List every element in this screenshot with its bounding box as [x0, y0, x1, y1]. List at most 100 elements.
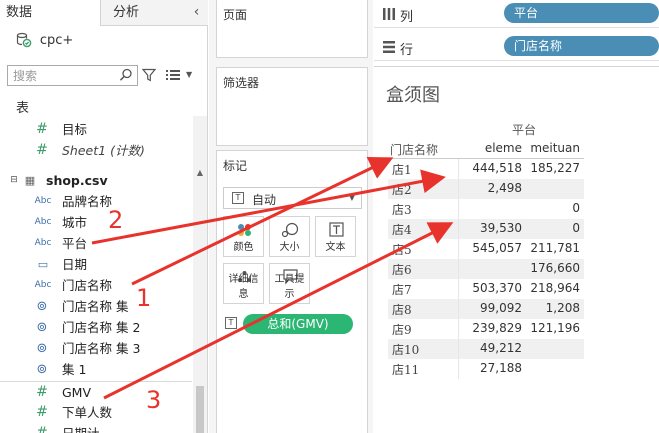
field-label: 门店名称 集 2: [62, 320, 141, 335]
table-row[interactable]: 店1 444,518 185,227: [388, 159, 584, 179]
field-item[interactable]: Abc 平台: [0, 233, 192, 254]
field-item[interactable]: ⊚ 门店名称 集 2: [0, 317, 192, 338]
measure-icon: #: [36, 404, 48, 420]
field-item[interactable]: Abc 品牌名称: [0, 191, 192, 212]
value-cell: 444,518: [472, 161, 522, 175]
string-type-icon: Abc: [34, 217, 52, 227]
collapse-pane-button[interactable]: ‹: [185, 0, 208, 26]
row-header-cell: 店4: [392, 223, 412, 237]
filter-icon[interactable]: [142, 68, 156, 82]
string-type-icon: Abc: [34, 280, 52, 290]
value-cell: 27,188: [480, 361, 522, 375]
field-item[interactable]: # 下单人数: [0, 402, 192, 423]
value-cell: 0: [572, 221, 580, 235]
tooltip-button[interactable]: 工具提示: [269, 263, 310, 304]
row-header-divider: [458, 159, 459, 379]
field-label: 日期计: [62, 423, 100, 433]
text-mark-icon: T: [232, 192, 244, 204]
annotation-label-3: 3: [146, 386, 162, 414]
list-view-icon[interactable]: [166, 69, 180, 81]
row-header-cell: 店9: [392, 323, 412, 337]
value-cell: 185,227: [530, 161, 580, 175]
pages-card[interactable]: 页面: [216, 0, 368, 58]
dimension-pill-platform[interactable]: 平台: [504, 3, 659, 23]
table-label: shop.csv: [46, 173, 108, 188]
label-button[interactable]: 文本: [315, 216, 356, 257]
field-label: 门店名称 集: [62, 299, 129, 314]
row-header-cell: 店2: [392, 183, 412, 197]
table-row[interactable]: 店10 49,212: [388, 339, 584, 359]
set-icon: ⊚: [36, 320, 48, 335]
table-row[interactable]: 店3 0: [388, 199, 584, 219]
field-label: GMV: [62, 385, 92, 400]
detail-button[interactable]: 详细信息: [223, 263, 264, 304]
column-header[interactable]: meituan: [528, 141, 580, 155]
value-cell: 176,660: [530, 261, 580, 275]
table-row[interactable]: 店2 2,498: [388, 179, 584, 199]
color-button[interactable]: 颜色: [223, 216, 264, 257]
columns-shelf[interactable]: 列 平台: [374, 0, 659, 28]
pane-tabs: 数据 分析 ‹: [0, 0, 208, 26]
row-header-cell: 店6: [392, 263, 412, 277]
table-row[interactable]: 店11 27,188: [388, 359, 584, 379]
value-cell: 0: [572, 201, 580, 215]
measure-icon: #: [36, 142, 48, 158]
field-list-scrollbar[interactable]: ▲: [193, 116, 207, 433]
text-mark-icon: T: [225, 317, 237, 329]
measure-pill-gmv[interactable]: 总和(GMV): [243, 314, 353, 334]
value-cell: 218,964: [530, 281, 580, 295]
row-header-cell: 店8: [392, 303, 412, 317]
field-label: 品牌名称: [62, 194, 113, 209]
rows-shelf[interactable]: 行 门店名称: [374, 33, 659, 61]
row-header-cell: 店3: [392, 203, 412, 217]
row-header-title[interactable]: 门店名称: [390, 141, 438, 158]
text-icon: [329, 222, 344, 237]
table-row[interactable]: 店5 545,057 211,781: [388, 239, 584, 259]
table-row[interactable]: 店7 503,370 218,964: [388, 279, 584, 299]
datasource-item[interactable]: cpc+: [16, 32, 73, 50]
scroll-up-arrow-icon[interactable]: ▲: [193, 168, 207, 178]
column-header[interactable]: eleme: [474, 141, 522, 155]
table-row[interactable]: 店8 99,092 1,208: [388, 299, 584, 319]
table-row[interactable]: 店4 39,530 0: [388, 219, 584, 239]
size-button[interactable]: 大小: [269, 216, 310, 257]
field-search-input[interactable]: [8, 66, 116, 85]
table-row[interactable]: 店9 239,829 121,196: [388, 319, 584, 339]
value-cell: 39,530: [480, 221, 522, 235]
field-item[interactable]: Abc 门店名称: [0, 275, 192, 296]
filters-card[interactable]: 筛选器: [216, 67, 368, 146]
tab-data[interactable]: 数据: [0, 0, 100, 26]
field-item[interactable]: ⊚ 门店名称 集 3: [0, 338, 192, 359]
field-item[interactable]: # 目标: [0, 119, 192, 140]
table-item[interactable]: ⊟ ▦ shop.csv: [0, 170, 192, 191]
columns-icon: [383, 8, 395, 20]
table-row[interactable]: 店6 176,660: [388, 259, 584, 279]
value-cell: 121,196: [530, 321, 580, 335]
field-item[interactable]: Abc 城市: [0, 212, 192, 233]
filters-card-title: 筛选器: [223, 76, 260, 90]
mark-type-dropdown[interactable]: T 自动 ▼: [223, 187, 362, 209]
field-item[interactable]: # GMV: [0, 381, 192, 402]
columns-shelf-label: 列: [400, 10, 414, 25]
field-item[interactable]: ▭ 日期: [0, 254, 192, 275]
color-button-label: 颜色: [233, 242, 254, 253]
string-type-icon: Abc: [34, 196, 52, 206]
row-header-cell: 店11: [392, 363, 420, 377]
tab-analysis[interactable]: 分析: [100, 0, 185, 26]
row-header-cell: 店1: [392, 163, 412, 177]
field-item[interactable]: ⊚ 集 1: [0, 359, 192, 380]
measure-icon: #: [36, 425, 48, 433]
column-dimension-header[interactable]: 平台: [474, 121, 574, 138]
scroll-thumb[interactable]: [196, 386, 204, 433]
field-label: 下单人数: [62, 405, 113, 420]
field-item[interactable]: # 日期计: [0, 423, 192, 433]
chevron-down-icon: ▼: [348, 193, 355, 202]
search-icon[interactable]: [119, 68, 133, 82]
chevron-down-icon[interactable]: ▼: [186, 70, 192, 79]
dimension-pill-store[interactable]: 门店名称: [504, 36, 659, 56]
sheet-title[interactable]: 盒须图: [386, 81, 440, 107]
field-item[interactable]: ⊚ 门店名称 集: [0, 296, 192, 317]
calendar-icon: ▭: [37, 258, 49, 271]
field-item[interactable]: # Sheet1 (计数): [0, 140, 192, 161]
value-cell: 545,057: [472, 241, 522, 255]
